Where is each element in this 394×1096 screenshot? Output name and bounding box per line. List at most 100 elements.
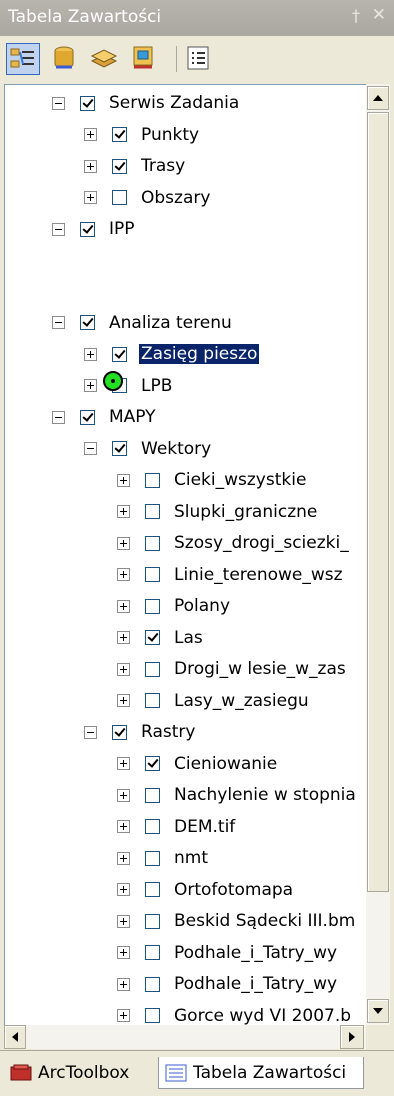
layer-name[interactable]: Zasięg pieszo — [139, 344, 260, 364]
close-icon[interactable]: ✕ — [372, 5, 386, 25]
expand-icon[interactable] — [117, 599, 130, 613]
scroll-up-button[interactable] — [367, 86, 389, 110]
layer-visibility-checkbox[interactable] — [112, 724, 127, 740]
layer-row[interactable]: Podhale_i_Tatry_wy — [117, 938, 339, 968]
layer-row[interactable]: Obszary — [84, 183, 212, 213]
layer-name[interactable]: Las — [172, 628, 205, 648]
layer-name[interactable]: Beskid Sądecki III.bm — [172, 911, 357, 931]
layer-row[interactable]: Podhale_i_Tatry_wy — [117, 969, 339, 999]
layer-row[interactable]: LPB — [84, 371, 174, 401]
layer-visibility-checkbox[interactable] — [145, 504, 160, 519]
layer-visibility-checkbox[interactable] — [145, 882, 160, 897]
layer-visibility-checkbox[interactable] — [145, 913, 160, 929]
expand-icon[interactable] — [117, 851, 130, 865]
layer-name[interactable]: Analiza terenu — [107, 313, 234, 333]
layer-visibility-checkbox[interactable] — [145, 472, 160, 488]
layer-row[interactable]: Linie_terenowe_wsz — [117, 560, 345, 590]
expand-icon[interactable] — [117, 694, 130, 707]
vertical-scroll-thumb[interactable] — [367, 112, 389, 892]
collapse-icon[interactable] — [52, 222, 65, 236]
expand-icon[interactable] — [117, 662, 130, 676]
layer-row[interactable]: Las — [117, 623, 205, 653]
layer-visibility-checkbox[interactable] — [145, 945, 160, 960]
collapse-icon[interactable] — [52, 316, 65, 329]
layer-name[interactable]: Obszary — [139, 188, 212, 208]
layer-name[interactable]: DEM.tif — [172, 817, 237, 837]
expand-icon[interactable] — [84, 191, 97, 204]
layer-row[interactable]: Szosy_drogi_sciezki_ — [117, 528, 351, 558]
list-by-source-button[interactable] — [48, 43, 82, 75]
layer-name[interactable]: Trasy — [139, 156, 187, 176]
layer-name[interactable]: Serwis Zadania — [107, 93, 241, 113]
expand-icon[interactable] — [117, 788, 130, 802]
collapse-icon[interactable] — [52, 96, 65, 110]
layer-name[interactable]: Cieniowanie — [172, 754, 279, 774]
layer-visibility-checkbox[interactable] — [112, 158, 127, 174]
layer-visibility-checkbox[interactable] — [80, 409, 95, 425]
layer-name[interactable]: Polany — [172, 596, 232, 616]
layer-row[interactable]: Rastry — [84, 717, 197, 747]
expand-icon[interactable] — [117, 505, 130, 518]
expand-icon[interactable] — [117, 820, 130, 833]
layer-visibility-checkbox[interactable] — [112, 346, 127, 362]
layer-name[interactable]: Podhale_i_Tatry_wy — [172, 943, 339, 963]
layer-name[interactable]: Wektory — [139, 439, 213, 459]
layer-name[interactable]: MAPY — [107, 407, 158, 427]
options-button[interactable] — [182, 43, 216, 75]
layer-row[interactable]: DEM.tif — [117, 812, 237, 842]
layer-name[interactable]: Szosy_drogi_sciezki_ — [172, 533, 351, 553]
layer-visibility-checkbox[interactable] — [145, 756, 160, 771]
layer-row[interactable]: Cieniowanie — [117, 749, 279, 779]
layer-name[interactable]: Lasy_w_zasiegu — [172, 691, 311, 711]
layer-row[interactable]: MAPY — [52, 402, 158, 432]
list-by-visibility-button[interactable] — [88, 43, 122, 75]
layer-visibility-checkbox[interactable] — [145, 693, 160, 708]
expand-icon[interactable] — [117, 757, 130, 770]
expand-icon[interactable] — [117, 883, 130, 896]
layer-name[interactable]: Gorce wyd VI 2007.b — [172, 1006, 353, 1026]
layer-row[interactable]: nmt — [117, 843, 210, 873]
layer-visibility-checkbox[interactable] — [112, 190, 127, 205]
collapse-icon[interactable] — [84, 442, 97, 455]
expand-icon[interactable] — [84, 347, 97, 361]
layer-visibility-checkbox[interactable] — [112, 127, 127, 142]
list-by-selection-button[interactable] — [128, 43, 162, 75]
layer-visibility-checkbox[interactable] — [145, 1008, 160, 1023]
layer-name[interactable]: IPP — [107, 219, 137, 239]
layer-row[interactable]: Trasy — [84, 151, 187, 181]
layer-row[interactable]: Lasy_w_zasiegu — [117, 686, 311, 716]
list-by-drawing-order-button[interactable] — [6, 43, 40, 75]
layer-row[interactable]: Drogi_w lesie_w_zas — [117, 654, 348, 684]
scroll-down-button[interactable] — [367, 999, 389, 1023]
layer-visibility-checkbox[interactable] — [112, 441, 127, 456]
layer-row[interactable]: Nachylenie w stopnia — [117, 780, 358, 810]
layer-name[interactable]: Rastry — [139, 722, 197, 742]
layer-row[interactable]: Cieki_wszystkie — [117, 465, 308, 495]
layer-visibility-checkbox[interactable] — [80, 221, 95, 237]
expand-icon[interactable] — [84, 128, 97, 141]
layer-name[interactable]: Slupki_graniczne — [172, 502, 319, 522]
tab-arctoolbox[interactable]: ArcToolbox — [4, 1057, 154, 1089]
layer-visibility-checkbox[interactable] — [145, 535, 160, 551]
layer-row[interactable]: IPP — [52, 214, 137, 244]
layer-visibility-checkbox[interactable] — [80, 95, 95, 111]
horizontal-scrollbar[interactable] — [4, 1025, 366, 1049]
expand-icon[interactable] — [117, 631, 130, 644]
layer-name[interactable]: nmt — [172, 848, 210, 868]
scroll-right-button[interactable] — [340, 1025, 364, 1049]
collapse-icon[interactable] — [52, 410, 65, 424]
layer-name[interactable]: Podhale_i_Tatry_wy — [172, 974, 339, 994]
layer-row[interactable]: Beskid Sądecki III.bm — [117, 906, 357, 936]
layer-row[interactable]: Wektory — [84, 434, 213, 464]
layer-visibility-checkbox[interactable] — [145, 976, 160, 992]
layer-row[interactable]: Analiza terenu — [52, 308, 234, 338]
layer-visibility-checkbox[interactable] — [80, 315, 95, 330]
layer-name[interactable]: Nachylenie w stopnia — [172, 785, 358, 805]
layer-row[interactable]: Gorce wyd VI 2007.b — [117, 1001, 353, 1027]
layer-row[interactable]: Slupki_graniczne — [117, 497, 319, 527]
layer-name[interactable]: Cieki_wszystkie — [172, 470, 308, 490]
layer-visibility-checkbox[interactable] — [145, 630, 160, 645]
layer-name[interactable]: Punkty — [139, 125, 201, 145]
expand-icon[interactable] — [84, 159, 97, 173]
expand-icon[interactable] — [117, 568, 130, 581]
